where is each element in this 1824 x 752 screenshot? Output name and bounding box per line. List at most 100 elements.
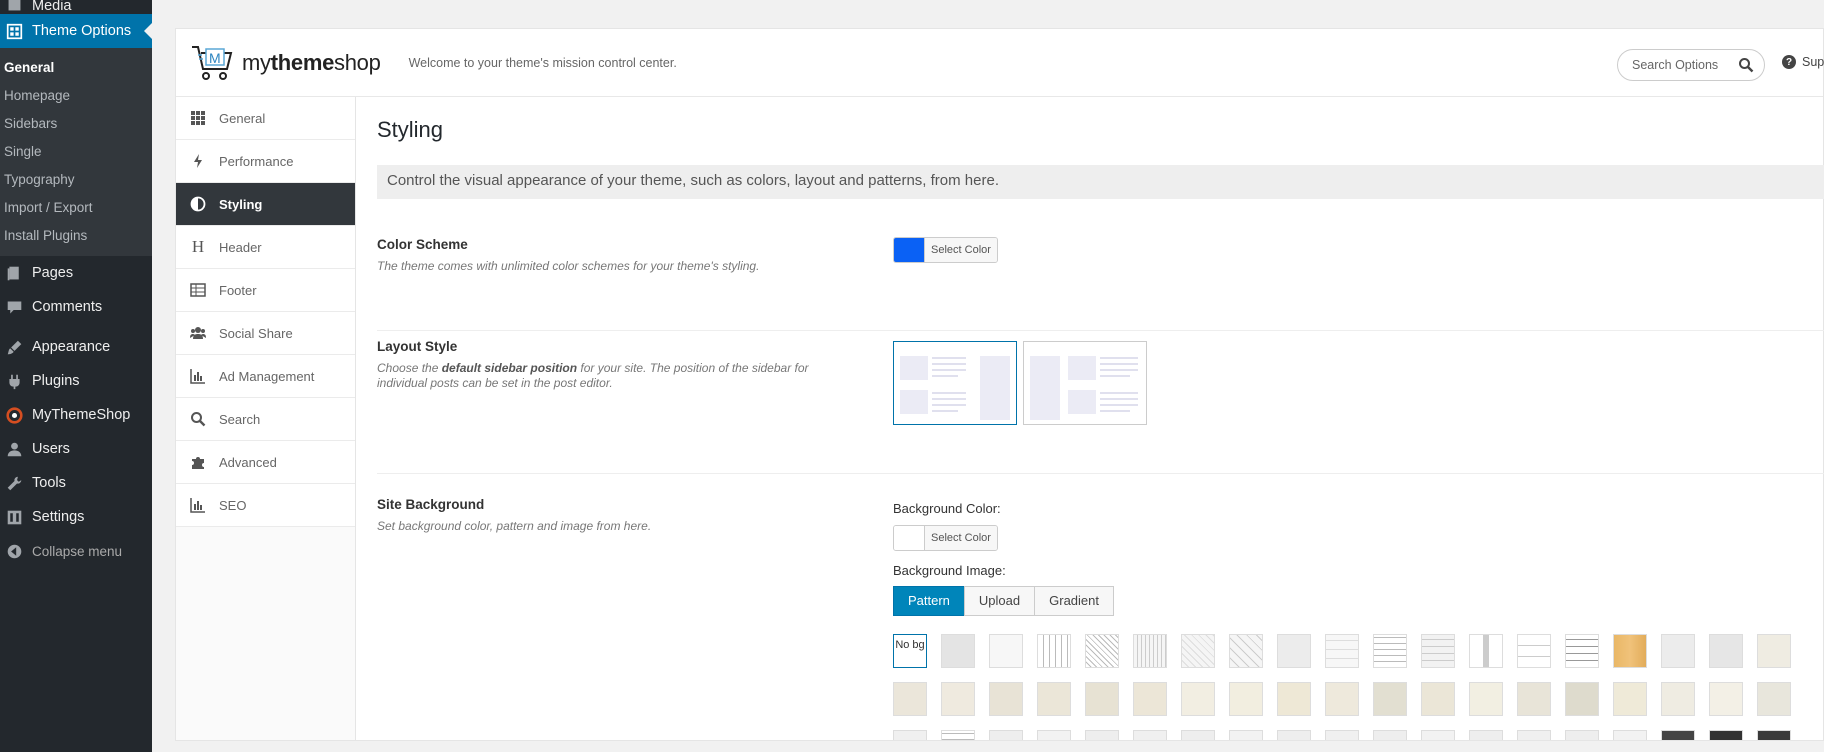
brand-name: mythemeshop <box>242 49 381 75</box>
menu-item-appearance[interactable]: Appearance <box>0 330 152 364</box>
layout-right-sidebar-option[interactable] <box>893 341 1017 425</box>
submenu-typography[interactable]: Typography <box>0 166 152 194</box>
pattern-swatch[interactable] <box>1757 682 1791 716</box>
tab-social-share[interactable]: Social Share <box>176 312 355 355</box>
tab-footer[interactable]: Footer <box>176 269 355 312</box>
tab-search[interactable]: Search <box>176 398 355 441</box>
support-link[interactable]: ? Support <box>1782 55 1824 69</box>
pattern-swatch[interactable] <box>1181 682 1215 716</box>
color-scheme-row: Color Scheme The theme comes with unlimi… <box>377 237 1824 331</box>
pattern-swatch[interactable] <box>941 634 975 668</box>
background-color-picker[interactable]: Select Color <box>893 525 998 551</box>
pattern-swatch[interactable] <box>989 634 1023 668</box>
menu-label-mythemeshop: MyThemeShop <box>32 407 131 423</box>
site-background-label: Site Background <box>377 497 485 512</box>
pattern-swatch[interactable] <box>1517 682 1551 716</box>
pattern-swatch[interactable] <box>1757 634 1791 668</box>
tab-styling[interactable]: Styling <box>176 183 355 226</box>
page-bottom-edge <box>175 740 1824 752</box>
pattern-swatch[interactable] <box>1325 682 1359 716</box>
pattern-swatch[interactable] <box>1373 634 1407 668</box>
tab-label: Advanced <box>219 454 277 470</box>
menu-label-tools: Tools <box>32 475 66 491</box>
pattern-swatch[interactable] <box>941 682 975 716</box>
search-icon <box>189 410 207 428</box>
menu-item-tools[interactable]: Tools <box>0 466 152 500</box>
tab-label: Footer <box>219 282 257 298</box>
pattern-swatch[interactable] <box>893 682 927 716</box>
menu-label-media: Media <box>32 0 72 14</box>
tab-label: Performance <box>219 153 294 169</box>
pattern-swatch[interactable] <box>1469 682 1503 716</box>
pattern-swatch[interactable] <box>1277 682 1311 716</box>
pattern-swatch[interactable] <box>1565 682 1599 716</box>
pattern-swatch[interactable] <box>1181 634 1215 668</box>
cart-logo-icon: M <box>192 45 233 80</box>
menu-item-plugins[interactable]: Plugins <box>0 364 152 398</box>
pattern-button[interactable]: Pattern <box>893 586 965 616</box>
pattern-swatch[interactable] <box>1613 682 1647 716</box>
pattern-swatch[interactable] <box>1709 634 1743 668</box>
pattern-swatch[interactable] <box>1373 682 1407 716</box>
pattern-swatch[interactable] <box>1661 682 1695 716</box>
tab-label: Header <box>219 239 262 255</box>
menu-item-users[interactable]: Users <box>0 432 152 466</box>
pattern-swatch[interactable] <box>1133 634 1167 668</box>
pattern-swatch[interactable] <box>1277 634 1311 668</box>
media-icon <box>4 0 24 14</box>
tab-general[interactable]: General <box>176 97 355 140</box>
pattern-swatch[interactable] <box>1229 682 1263 716</box>
tab-label: General <box>219 110 266 126</box>
pattern-swatch[interactable] <box>1565 634 1599 668</box>
site-background-hint: Set background color, pattern and image … <box>377 519 652 533</box>
pattern-swatch[interactable] <box>1421 634 1455 668</box>
tab-label: SEO <box>219 497 247 513</box>
gradient-button[interactable]: Gradient <box>1034 586 1114 616</box>
submenu-general[interactable]: General <box>0 54 152 82</box>
submenu-homepage[interactable]: Homepage <box>0 82 152 110</box>
color-scheme-picker[interactable]: Select Color <box>893 237 998 263</box>
submenu-import-export[interactable]: Import / Export <box>0 194 152 222</box>
tab-ad-management[interactable]: Ad Management <box>176 355 355 398</box>
pattern-swatch[interactable] <box>1421 682 1455 716</box>
pattern-swatch[interactable] <box>1325 634 1359 668</box>
submenu-single[interactable]: Single <box>0 138 152 166</box>
pattern-swatch[interactable] <box>1613 634 1647 668</box>
menu-item-comments[interactable]: Comments <box>0 290 152 324</box>
pattern-swatch[interactable] <box>1661 634 1695 668</box>
collapse-menu-button[interactable]: Collapse menu <box>0 534 152 568</box>
tab-performance[interactable]: Performance <box>176 140 355 183</box>
background-color-label: Background Color: <box>893 501 1001 516</box>
tab-advanced[interactable]: Advanced <box>176 441 355 484</box>
submenu-install-plugins[interactable]: Install Plugins <box>0 222 152 250</box>
submenu-sidebars[interactable]: Sidebars <box>0 110 152 138</box>
contrast-icon <box>189 195 207 213</box>
menu-item-media[interactable]: Media <box>0 0 152 14</box>
pattern-swatch[interactable] <box>1133 682 1167 716</box>
pattern-swatch[interactable] <box>989 682 1023 716</box>
pattern-swatch[interactable] <box>1037 634 1071 668</box>
upload-button[interactable]: Upload <box>963 586 1036 616</box>
pattern-swatch[interactable] <box>1709 682 1743 716</box>
layout-left-sidebar-option[interactable] <box>1023 341 1147 425</box>
pattern-swatch[interactable] <box>1085 634 1119 668</box>
search-options-input[interactable]: Search Options <box>1617 49 1765 81</box>
section-description: Control the visual appearance of your th… <box>377 165 1824 199</box>
search-icon[interactable] <box>1738 57 1754 73</box>
pattern-swatch[interactable] <box>1037 682 1071 716</box>
pattern-swatch[interactable] <box>1517 634 1551 668</box>
menu-item-mythemeshop[interactable]: MyThemeShop <box>0 398 152 432</box>
help-icon: ? <box>1782 55 1796 69</box>
menu-item-pages[interactable]: Pages <box>0 256 152 290</box>
color-swatch <box>894 526 924 550</box>
pattern-swatch[interactable] <box>1469 634 1503 668</box>
pattern-swatch[interactable] <box>1085 682 1119 716</box>
welcome-text: Welcome to your theme's mission control … <box>408 55 677 70</box>
no-background-option[interactable]: No bg <box>893 634 927 668</box>
tab-header[interactable]: H Header <box>176 226 355 269</box>
tab-label: Styling <box>219 196 263 212</box>
menu-item-theme-options[interactable]: Theme Options <box>0 14 152 48</box>
pattern-swatch[interactable] <box>1229 634 1263 668</box>
tab-seo[interactable]: SEO <box>176 484 355 527</box>
menu-item-settings[interactable]: Settings <box>0 500 152 534</box>
